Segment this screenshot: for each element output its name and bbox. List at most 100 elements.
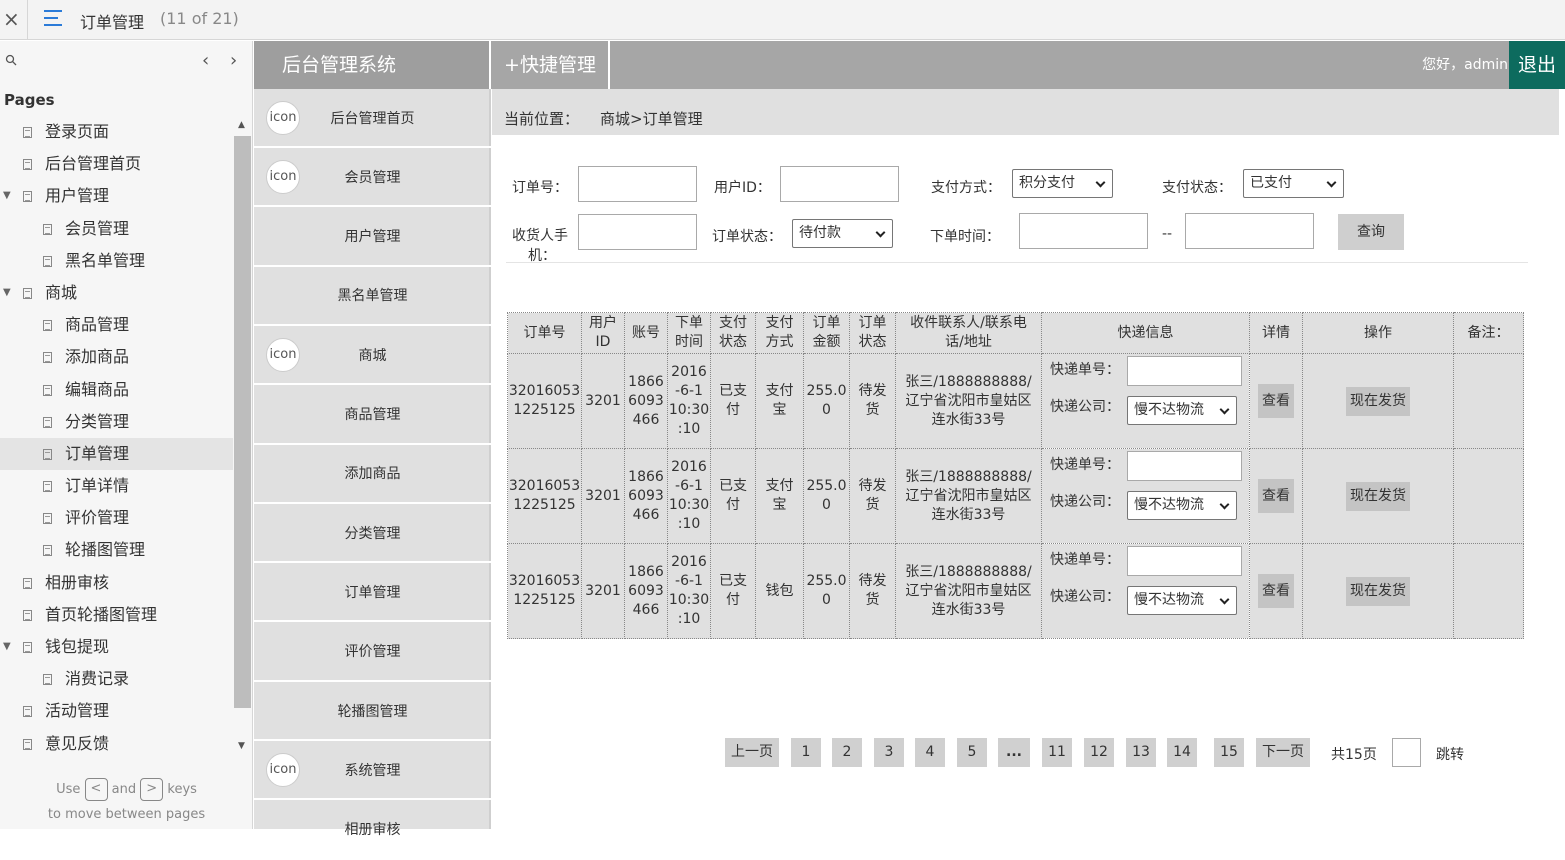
pages-list-item[interactable]: 活动管理 bbox=[0, 695, 233, 727]
next-page-icon[interactable]: › bbox=[230, 50, 237, 71]
expand-arrow-icon[interactable]: ▼ bbox=[3, 277, 11, 309]
cell-action: 现在发货 bbox=[1302, 448, 1454, 544]
ship-now-button[interactable]: 现在发货 bbox=[1346, 481, 1410, 511]
pay-status-select[interactable]: 已支付 bbox=[1243, 169, 1344, 198]
page-number-button[interactable]: 2 bbox=[832, 738, 862, 767]
scrollbar[interactable] bbox=[234, 136, 251, 708]
view-button[interactable]: 查看 bbox=[1258, 574, 1294, 608]
pages-list-item[interactable]: 轮播图管理 bbox=[0, 534, 233, 566]
pages-list-item[interactable]: 消费记录 bbox=[0, 663, 233, 695]
pages-list-item[interactable]: 意见反馈 bbox=[0, 728, 233, 760]
cell-order-no: 32016053 1225125 bbox=[507, 543, 582, 639]
scroll-up-icon[interactable]: ▲ bbox=[238, 120, 245, 130]
ship-no-input[interactable] bbox=[1127, 546, 1242, 576]
side-nav-item[interactable]: 轮播图管理 bbox=[254, 682, 491, 741]
side-nav-item[interactable]: 添加商品 bbox=[254, 445, 491, 504]
side-nav-label: 商品管理 bbox=[344, 407, 401, 423]
cell-order-no: 32016053 1225125 bbox=[507, 448, 582, 544]
pages-list-item[interactable]: 首页轮播图管理 bbox=[0, 599, 233, 631]
side-nav-item[interactable]: icon 会员管理 bbox=[254, 148, 491, 208]
jump-page-input[interactable] bbox=[1392, 738, 1421, 767]
pages-list-item[interactable]: 编辑商品 bbox=[0, 374, 233, 406]
pages-list-item[interactable]: 订单管理 bbox=[0, 437, 233, 471]
pages-list-item[interactable]: 相册审核 bbox=[0, 567, 233, 599]
scroll-down-icon[interactable]: ▼ bbox=[238, 741, 245, 751]
ship-no-input[interactable] bbox=[1127, 451, 1242, 481]
order-no-input[interactable] bbox=[578, 166, 697, 202]
side-nav-item[interactable]: icon 商城 bbox=[254, 326, 491, 386]
cell-pay-method: 支付宝 bbox=[755, 448, 804, 544]
ship-company-select[interactable]: 慢不达物流 bbox=[1127, 396, 1237, 425]
brand-title: 后台管理系统 bbox=[254, 41, 491, 89]
ship-now-button[interactable]: 现在发货 bbox=[1346, 576, 1410, 606]
prev-page-icon[interactable]: ‹ bbox=[202, 50, 209, 71]
page-number-button[interactable]: 13 bbox=[1126, 738, 1156, 767]
query-button[interactable]: 查询 bbox=[1338, 214, 1404, 250]
expand-arrow-icon[interactable]: ▼ bbox=[3, 180, 11, 212]
order-time-end-input[interactable] bbox=[1185, 213, 1314, 249]
right-key-icon: > bbox=[140, 778, 164, 801]
logout-button[interactable]: 退出 bbox=[1509, 41, 1565, 89]
pages-list-item[interactable]: 商品管理 bbox=[0, 309, 233, 341]
prev-page-button[interactable]: 上一页 bbox=[725, 738, 779, 767]
side-nav-item[interactable]: icon 后台管理首页 bbox=[254, 89, 491, 148]
cell-pay-method: 支付宝 bbox=[755, 353, 804, 449]
pages-list-item[interactable]: 会员管理 bbox=[0, 213, 233, 245]
search-icon[interactable] bbox=[5, 54, 17, 66]
pages-list-item[interactable]: 分类管理 bbox=[0, 406, 233, 438]
order-status-select[interactable]: 待付款 bbox=[792, 219, 893, 248]
page-number-button[interactable]: 14 bbox=[1167, 738, 1197, 767]
pages-list-item[interactable]: ▼ 钱包提现 bbox=[0, 631, 233, 663]
side-nav-item[interactable]: icon 系统管理 bbox=[254, 741, 491, 801]
jump-button[interactable]: 跳转 bbox=[1436, 744, 1464, 764]
next-page-button[interactable]: 下一页 bbox=[1256, 738, 1310, 767]
side-nav-item[interactable]: 评价管理 bbox=[254, 623, 491, 682]
page-number-button[interactable]: 12 bbox=[1084, 738, 1114, 767]
ship-company-label: 快递公司： bbox=[1050, 399, 1120, 415]
side-nav-label: 后台管理首页 bbox=[330, 110, 415, 127]
page-number-button[interactable]: 3 bbox=[874, 738, 904, 767]
pay-method-select[interactable]: 积分支付 bbox=[1012, 169, 1113, 198]
side-nav-item[interactable]: 用户管理 bbox=[254, 208, 491, 267]
pages-list-item-label: 黑名单管理 bbox=[65, 250, 146, 270]
view-button[interactable]: 查看 bbox=[1258, 479, 1294, 513]
ship-now-button[interactable]: 现在发货 bbox=[1346, 386, 1410, 416]
pages-list-item[interactable]: 后台管理首页 bbox=[0, 148, 233, 180]
page-number-button[interactable]: 11 bbox=[1042, 738, 1072, 767]
pages-list-item[interactable]: ▼ 用户管理 bbox=[0, 180, 233, 212]
greeting-text: 您好，admin bbox=[1422, 57, 1508, 73]
pages-list-item[interactable]: 登录页面 bbox=[0, 116, 233, 148]
side-nav-label: 商城 bbox=[358, 347, 387, 364]
pages-list-item[interactable]: 评价管理 bbox=[0, 502, 233, 534]
pages-list-item[interactable]: 黑名单管理 bbox=[0, 245, 233, 277]
page-number-button[interactable]: 4 bbox=[915, 738, 945, 767]
cell-status: 待发货 bbox=[849, 448, 896, 544]
side-nav-item[interactable]: 相册审核 bbox=[254, 801, 491, 860]
pages-panel: ‹ › Pages 登录页面 后台管理首页 ▼ 用户管理 会员管理 黑名单管理 ▼ 商城 商品管… bbox=[0, 41, 253, 829]
cell-account: 1866 6093 466 bbox=[624, 543, 668, 639]
quick-manage-button[interactable]: +快捷管理 bbox=[492, 41, 610, 89]
order-time-start-input[interactable] bbox=[1019, 213, 1148, 249]
close-icon[interactable]: × bbox=[3, 7, 20, 31]
ship-company-select[interactable]: 慢不达物流 bbox=[1127, 586, 1237, 615]
table-header-cell: 支付 方式 bbox=[755, 312, 804, 354]
page-number-button[interactable]: 1 bbox=[791, 738, 821, 767]
page-number-button[interactable]: 15 bbox=[1214, 738, 1244, 767]
user-id-input[interactable] bbox=[780, 166, 899, 202]
ship-no-input[interactable] bbox=[1127, 356, 1242, 386]
side-nav-item[interactable]: 黑名单管理 bbox=[254, 267, 491, 326]
pages-list-item[interactable]: ▼ 商城 bbox=[0, 277, 233, 309]
menu-icon[interactable] bbox=[44, 10, 62, 28]
phone-input[interactable] bbox=[578, 214, 697, 250]
ship-company-select[interactable]: 慢不达物流 bbox=[1127, 491, 1237, 520]
side-nav-item[interactable]: 订单管理 bbox=[254, 563, 491, 623]
page-number-button[interactable]: 5 bbox=[957, 738, 987, 767]
pages-list-item[interactable]: 添加商品 bbox=[0, 341, 233, 373]
pages-list-item-label: 意见反馈 bbox=[45, 733, 110, 753]
side-nav-item[interactable]: 分类管理 bbox=[254, 504, 491, 564]
pages-list-item[interactable]: 订单详情 bbox=[0, 470, 233, 502]
view-button[interactable]: 查看 bbox=[1258, 384, 1294, 418]
expand-arrow-icon[interactable]: ▼ bbox=[3, 631, 11, 663]
side-nav-item[interactable]: 商品管理 bbox=[254, 386, 491, 445]
table-header-cell: 详情 bbox=[1249, 312, 1303, 354]
